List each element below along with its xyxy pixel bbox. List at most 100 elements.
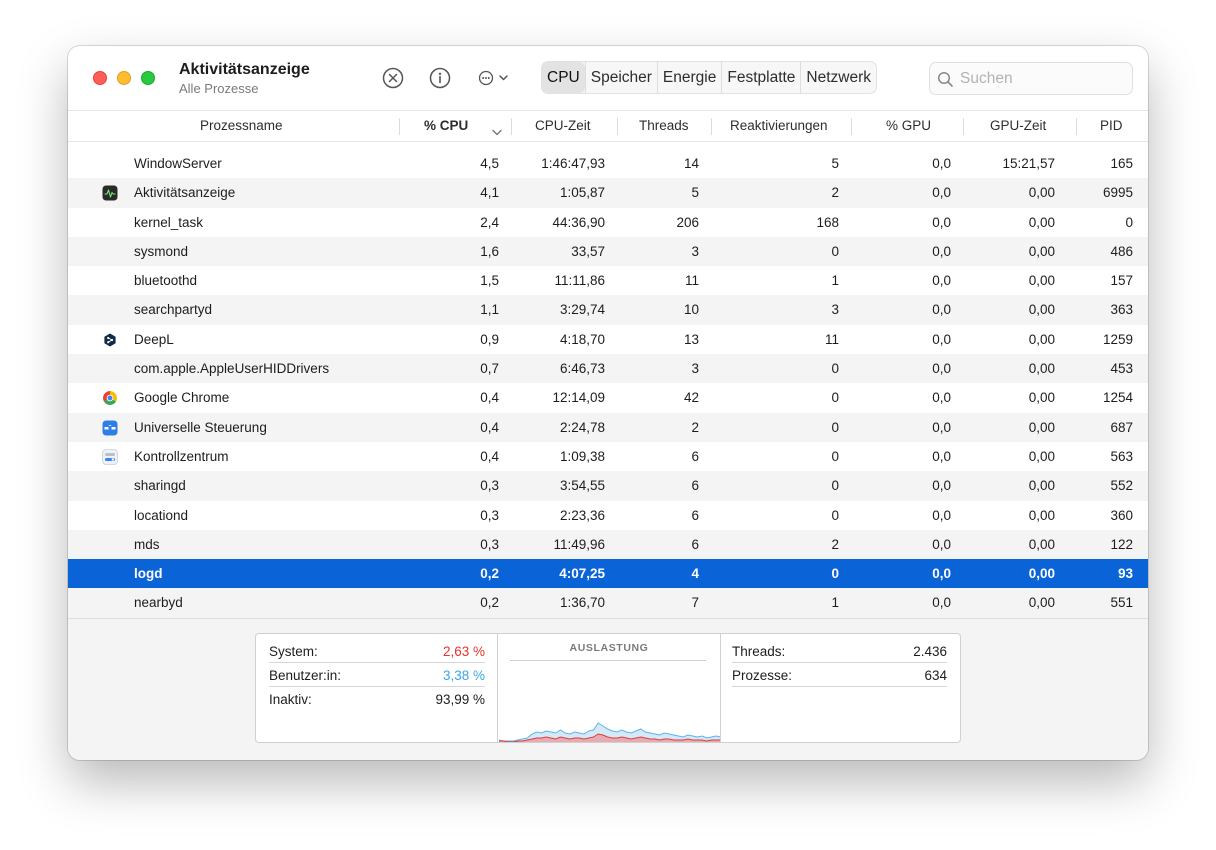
gpu-time: 0,00 [1028, 214, 1055, 230]
gpu-percent: 0,0 [932, 595, 951, 611]
column-header-pid[interactable]: PID [1100, 111, 1123, 141]
tab-disk[interactable]: Festplatte [721, 62, 800, 93]
window-title: Aktivitätsanzeige [179, 61, 310, 78]
minimize-window-button[interactable] [117, 71, 131, 85]
toolbar: Aktivitätsanzeige Alle Prozesse CPU Spei… [68, 46, 1148, 110]
cpu-percent: 0,9 [480, 331, 499, 347]
threads: 42 [683, 390, 699, 406]
process-name: Google Chrome [134, 390, 230, 406]
column-divider[interactable] [617, 118, 618, 135]
column-header-threads[interactable]: Threads [639, 111, 689, 141]
info-button[interactable] [428, 66, 452, 90]
tab-cpu[interactable]: CPU [542, 62, 585, 93]
table-row[interactable]: kernel_task 2,4 44:36,90 206 168 0,0 0,0… [68, 208, 1148, 237]
process-name: Kontrollzentrum [134, 448, 229, 464]
gpu-percent: 0,0 [932, 331, 951, 347]
wakeups: 0 [831, 448, 839, 464]
table-row[interactable]: Universelle Steuerung 0,4 2:24,78 2 0 0,… [68, 412, 1148, 442]
column-divider[interactable] [399, 118, 400, 135]
column-divider[interactable] [711, 118, 712, 135]
process-name: Universelle Steuerung [134, 419, 267, 435]
wakeups: 5 [831, 156, 839, 171]
gpu-percent: 0,0 [932, 185, 951, 201]
table-row-selected[interactable]: logd 0,2 4:07,25 4 0 0,0 0,00 93 [68, 559, 1148, 589]
tab-network[interactable]: Netzwerk [800, 62, 876, 93]
pid: 157 [1110, 273, 1133, 289]
process-name: searchpartyd [134, 302, 213, 318]
stat-user: Benutzer:in: 3,38 % [269, 663, 485, 687]
process-name: kernel_task [134, 214, 204, 230]
table-row[interactable]: searchpartyd 1,1 3:29,74 10 3 0,0 0,00 3… [68, 295, 1148, 325]
divider [720, 634, 721, 742]
stat-idle: Inaktiv: 93,99 % [269, 687, 485, 711]
search-input[interactable] [960, 63, 1128, 94]
tab-memory[interactable]: Speicher [584, 62, 657, 93]
table-row[interactable]: Google Chrome 0,4 12:14,09 42 0 0,0 0,00… [68, 383, 1148, 412]
pid: 453 [1110, 361, 1133, 377]
column-header-wakeups[interactable]: Reaktivierungen [730, 111, 828, 141]
search-field [929, 62, 1133, 95]
table-row[interactable]: Aktivitätsanzeige 4,1 1:05,87 5 2 0,0 0,… [68, 178, 1148, 208]
cpu-percent: 0,4 [480, 419, 499, 435]
column-header-cpu[interactable]: % CPU [424, 111, 468, 141]
table-row[interactable]: DeepL 0,9 4:18,70 13 11 0,0 0,00 1259 [68, 325, 1148, 354]
gpu-time: 0,00 [1028, 536, 1055, 552]
column-header-gpu[interactable]: % GPU [886, 111, 931, 141]
pid: 6995 [1102, 185, 1133, 201]
column-divider[interactable] [851, 118, 852, 135]
pid: 563 [1110, 448, 1133, 464]
table-row[interactable]: mds 0,3 11:49,96 6 2 0,0 0,00 122 [68, 529, 1148, 560]
gpu-percent: 0,0 [932, 566, 951, 582]
column-header-process-name[interactable]: Prozessname [200, 111, 283, 141]
zoom-window-button[interactable] [141, 71, 155, 85]
gpu-time: 0,00 [1028, 507, 1055, 523]
table-row[interactable]: locationd 0,3 2:23,36 6 0 0,0 0,00 360 [68, 501, 1148, 530]
activity-monitor-window: Aktivitätsanzeige Alle Prozesse CPU Spei… [68, 46, 1148, 760]
stat-value-idle: 93,99 % [435, 692, 485, 707]
table-row[interactable]: nearbyd 0,2 1:36,70 7 1 0,0 0,00 551 [68, 588, 1148, 618]
cpu-time: 4:18,70 [559, 331, 605, 347]
stop-process-button[interactable] [381, 66, 405, 90]
cpu-percent: 0,3 [480, 507, 499, 523]
stat-value-user: 3,38 % [442, 668, 485, 683]
cpu-time: 11:11,86 [554, 273, 605, 289]
chrome-app-icon [102, 390, 118, 406]
gpu-percent: 0,0 [932, 448, 951, 464]
column-header-cpu-time[interactable]: CPU-Zeit [535, 111, 591, 141]
gpu-percent: 0,0 [932, 214, 951, 230]
cpu-percent: 1,5 [480, 273, 499, 289]
threads: 7 [691, 595, 699, 611]
table-row[interactable]: bluetoothd 1,5 11:11,86 11 1 0,0 0,00 15… [68, 266, 1148, 295]
close-window-button[interactable] [93, 71, 107, 85]
process-name: mds [134, 536, 160, 552]
wakeups: 0 [831, 361, 839, 377]
wakeups: 2 [831, 536, 839, 552]
wakeups: 3 [831, 302, 839, 318]
cpu-percent: 1,1 [480, 302, 499, 318]
cpu-percent: 0,2 [480, 595, 499, 611]
threads: 6 [691, 507, 699, 523]
wakeups: 2 [831, 185, 839, 201]
table-row[interactable]: Kontrollzentrum 0,4 1:09,38 6 0 0,0 0,00… [68, 442, 1148, 471]
table-row[interactable]: sharingd 0,3 3:54,55 6 0 0,0 0,00 552 [68, 471, 1148, 501]
more-actions-button[interactable] [476, 66, 514, 90]
pid: 551 [1110, 595, 1133, 611]
threads: 206 [676, 214, 699, 230]
table-row[interactable]: WindowServer 4,5 1:46:47,93 14 5 0,0 15:… [68, 149, 1148, 178]
column-divider[interactable] [1076, 118, 1077, 135]
table-row[interactable]: sysmond 1,6 33,57 3 0 0,0 0,00 486 [68, 236, 1148, 267]
table-row[interactable]: com.apple.AppleUserHIDDrivers 0,7 6:46,7… [68, 354, 1148, 384]
gpu-time: 0,00 [1028, 302, 1055, 318]
column-divider[interactable] [963, 118, 964, 135]
stat-value-threads: 2.436 [913, 644, 947, 659]
wakeups: 1 [831, 595, 839, 611]
window-subtitle: Alle Prozesse [179, 81, 259, 96]
table-header: Prozessname % CPU CPU-Zeit Threads Reakt… [68, 110, 1148, 142]
column-header-gpu-time[interactable]: GPU-Zeit [990, 111, 1046, 141]
cpu-percent: 0,4 [480, 448, 499, 464]
process-name: Aktivitätsanzeige [134, 185, 236, 201]
cpu-time: 2:24,78 [559, 419, 605, 435]
pid: 363 [1110, 302, 1133, 318]
column-divider[interactable] [511, 118, 512, 135]
tab-energy[interactable]: Energie [656, 62, 721, 93]
